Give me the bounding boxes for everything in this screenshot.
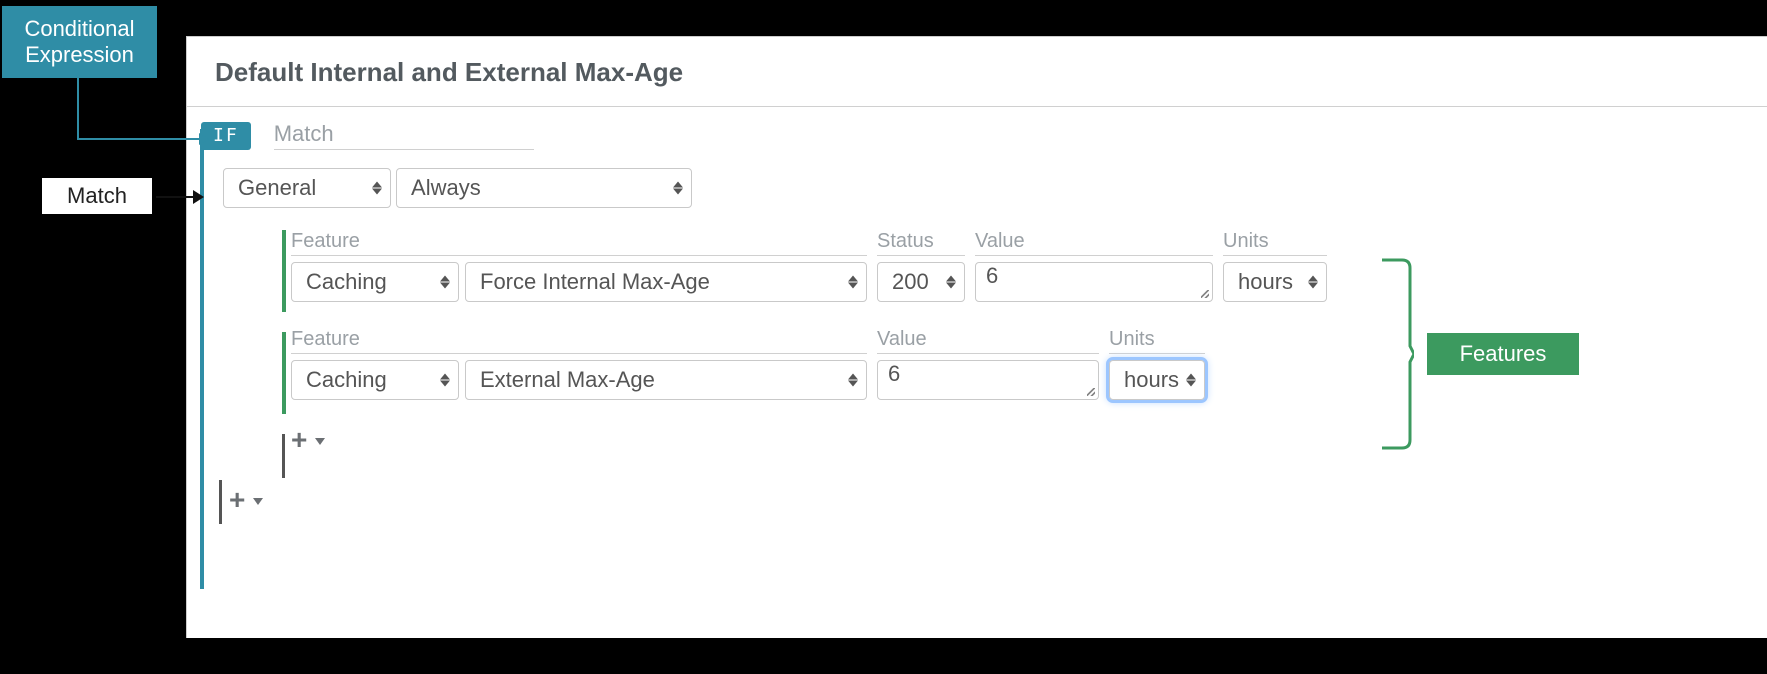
chevron-down-icon: [315, 438, 325, 445]
connector-line: [156, 196, 196, 198]
feature-header: Feature: [291, 230, 867, 256]
resize-grip-icon[interactable]: [1201, 290, 1209, 298]
match-category-select[interactable]: General: [223, 168, 391, 208]
feature-category-value: Caching: [306, 269, 387, 295]
status-value: 200: [892, 269, 929, 295]
value-text: 6: [888, 361, 900, 386]
match-condition-select[interactable]: Always: [396, 168, 692, 208]
match-callout: Match: [42, 178, 152, 214]
value-header: Value: [877, 328, 1099, 354]
add-row-indicator: [219, 480, 222, 524]
units-header: Units: [1223, 230, 1327, 256]
connector-line: [77, 78, 79, 140]
match-condition-value: Always: [411, 175, 481, 201]
updown-caret-icon: [673, 182, 683, 195]
feature-header: Feature: [291, 328, 867, 354]
feature-category-select[interactable]: Caching: [291, 360, 459, 400]
arrow-right-icon: [199, 133, 209, 145]
feature-row-indicator: [282, 230, 286, 312]
updown-caret-icon: [848, 374, 858, 387]
connector-line: [77, 138, 202, 140]
status-select[interactable]: 200: [877, 262, 965, 302]
units-select[interactable]: hours: [1109, 360, 1205, 400]
units-select[interactable]: hours: [1223, 262, 1327, 302]
units-value: hours: [1124, 367, 1179, 393]
value-input[interactable]: 6: [877, 360, 1099, 400]
units-header: Units: [1109, 328, 1205, 354]
arrow-right-icon: [193, 190, 204, 204]
plus-icon: +: [291, 426, 307, 454]
features-bracket-icon: [1380, 258, 1410, 450]
rule-name-input[interactable]: Default Internal and External Max-Age: [187, 37, 1767, 107]
add-feature-button[interactable]: +: [291, 426, 1767, 454]
add-row-indicator: [282, 434, 285, 478]
conditional-expression-callout: Conditional Expression: [2, 6, 157, 78]
status-header: Status: [877, 230, 965, 256]
features-callout: Features: [1427, 333, 1579, 375]
updown-caret-icon: [440, 276, 450, 289]
updown-caret-icon: [372, 182, 382, 195]
value-text: 6: [986, 263, 998, 288]
updown-caret-icon: [1308, 276, 1318, 289]
feature-name-select[interactable]: Force Internal Max-Age: [465, 262, 867, 302]
updown-caret-icon: [1186, 374, 1196, 387]
features-callout-text: Features: [1460, 341, 1547, 367]
value-header: Value: [975, 230, 1213, 256]
feature-category-select[interactable]: Caching: [291, 262, 459, 302]
feature-row-indicator: [282, 332, 286, 414]
chevron-down-icon: [253, 498, 263, 505]
feature-name-value: Force Internal Max-Age: [480, 269, 710, 295]
resize-grip-icon[interactable]: [1087, 388, 1095, 396]
updown-caret-icon: [946, 276, 956, 289]
units-value: hours: [1238, 269, 1293, 295]
value-input[interactable]: 6: [975, 262, 1213, 302]
conditional-expression-text: Conditional Expression: [2, 16, 157, 69]
feature-name-value: External Max-Age: [480, 367, 655, 393]
plus-icon: +: [229, 486, 245, 514]
add-condition-button[interactable]: +: [229, 486, 1767, 514]
match-callout-text: Match: [67, 183, 127, 209]
feature-name-select[interactable]: External Max-Age: [465, 360, 867, 400]
match-section-label: Match: [274, 121, 534, 150]
updown-caret-icon: [440, 374, 450, 387]
updown-caret-icon: [848, 276, 858, 289]
feature-category-value: Caching: [306, 367, 387, 393]
match-category-value: General: [238, 175, 316, 201]
